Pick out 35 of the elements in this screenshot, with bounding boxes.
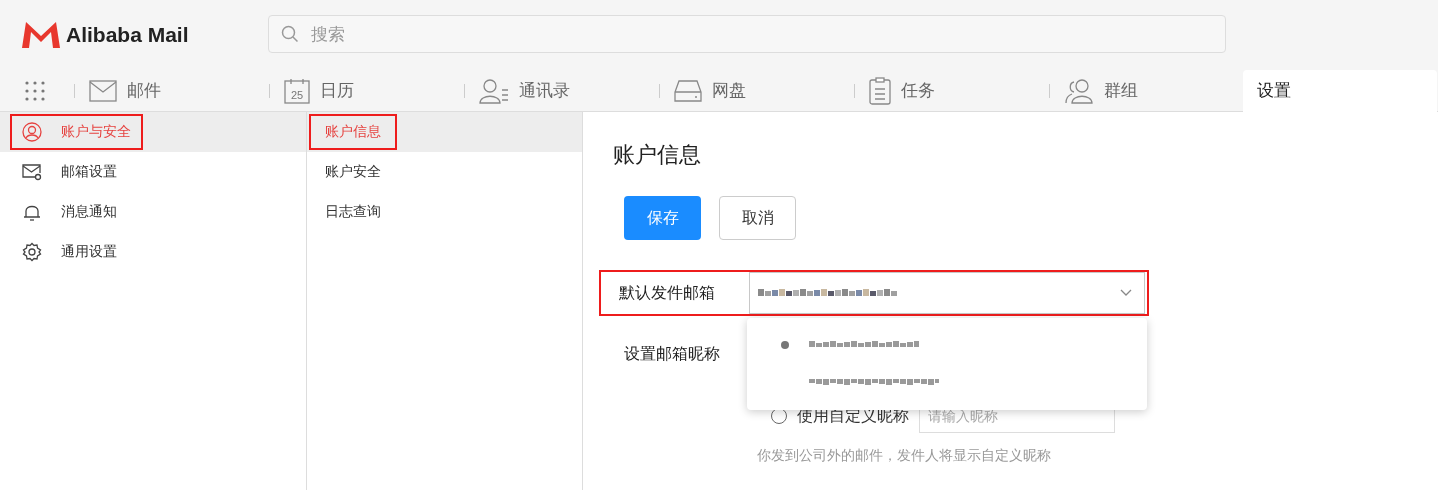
- search-field[interactable]: 搜索: [268, 15, 1226, 53]
- cancel-button[interactable]: 取消: [719, 196, 796, 240]
- envelope-icon: [89, 79, 117, 102]
- user-circle-icon: [22, 122, 42, 142]
- calendar-icon: 25: [284, 77, 310, 104]
- envelope-icon: [22, 162, 42, 182]
- nav-tab[interactable]: 25 日历: [269, 69, 464, 112]
- clipboard-icon: [869, 76, 891, 105]
- settings-tab[interactable]: 设置: [1243, 69, 1437, 112]
- sidebar-item[interactable]: 消息通知: [0, 192, 306, 232]
- people-icon: [1064, 77, 1094, 104]
- field-label: 设置邮箱昵称: [624, 344, 720, 363]
- person-list-icon: [479, 77, 509, 104]
- search-icon: [281, 25, 299, 43]
- sidebar-item[interactable]: 通用设置: [0, 232, 306, 272]
- sidebar-item[interactable]: 账户与安全: [0, 112, 306, 152]
- apps-grid-icon[interactable]: [24, 79, 46, 102]
- hint-text: 你发到公司外的邮件，发件人将显示自定义昵称: [756, 447, 1052, 465]
- nav-tab[interactable]: 网盘: [659, 69, 854, 112]
- sidebar-item[interactable]: 邮箱设置: [0, 152, 306, 192]
- settings-icon: [22, 242, 42, 262]
- field-label: 默认发件邮箱: [618, 282, 716, 304]
- page-title: 账户信息: [612, 141, 702, 169]
- nav-tab[interactable]: 邮件: [74, 69, 269, 112]
- subnav-item[interactable]: 账户安全: [307, 152, 582, 192]
- save-button[interactable]: 保存: [624, 196, 701, 240]
- logo-icon: [20, 20, 62, 50]
- subnav-item[interactable]: 账户信息: [307, 112, 582, 152]
- subnav-item[interactable]: 日志查询: [307, 192, 582, 232]
- nav-tab[interactable]: 群组: [1049, 69, 1244, 112]
- drive-icon: [674, 79, 702, 102]
- nav-tab[interactable]: 任务: [854, 69, 1049, 112]
- nav-tab[interactable]: 通讯录: [464, 69, 659, 112]
- chevron-down-icon: [1120, 289, 1132, 297]
- logo-text: Alibaba Mail: [66, 23, 189, 47]
